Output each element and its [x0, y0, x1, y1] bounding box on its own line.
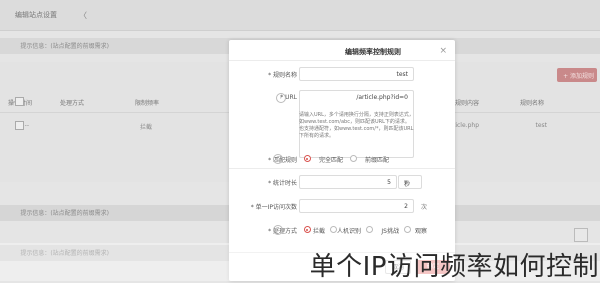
th-name: 规则名称 [520, 100, 545, 107]
chevron-down-icon: ▾ [404, 178, 408, 186]
td-time: -- [25, 122, 30, 129]
match-prefix-radio[interactable] [350, 155, 357, 162]
bg-side-button[interactable] [574, 228, 588, 242]
row-checkbox[interactable] [15, 121, 24, 130]
rule-name-label: * 规则名称 [268, 72, 297, 79]
close-icon[interactable]: × [439, 46, 447, 56]
match-prefix-label: 前缀匹配 [364, 157, 389, 164]
stat-unit-select[interactable]: 秒 ▾ [398, 175, 422, 189]
url-help-text: 请输入URL，多个请用换行分隔，支持正则表达式，如www.test.com/ab… [299, 112, 414, 139]
select-all-checkbox[interactable] [15, 97, 24, 106]
add-rule-button[interactable]: + 添加规则 [557, 68, 597, 82]
stat-duration-label: * 统计时长 [268, 180, 297, 187]
url-value: /article.php?id=0 [356, 94, 408, 101]
rule-name-input[interactable]: test [299, 67, 414, 81]
help-icon[interactable]: ? [273, 225, 283, 235]
caption-banner: 单个IP访问频率如何控制 [0, 243, 600, 282]
action-captcha-radio[interactable] [330, 226, 337, 233]
add-rule-label: + 添加规则 [563, 73, 594, 80]
th-action: 处理方式 [60, 100, 85, 107]
td-action: 拦截 [140, 124, 153, 131]
ip-limit-unit: 次 [420, 204, 427, 211]
page-title: 编辑站点设置 [15, 11, 57, 19]
th-content: 规则内容 [455, 100, 480, 107]
th-freq: 限制频率 [135, 100, 160, 107]
notice-text: 提示信息：(站点配置的前缀需求) [20, 43, 109, 50]
notice-text: 提示信息：(站点配置的前缀需求) [20, 210, 109, 217]
match-exact-label: 完全匹配 [318, 157, 343, 164]
action-block-label: 拦截 [312, 228, 325, 235]
action-js-label: JS挑战 [381, 228, 399, 235]
stat-duration-input[interactable]: 5 [299, 175, 397, 189]
action-observe-radio[interactable] [404, 226, 411, 233]
back-arrow-icon[interactable]: 〈 [79, 10, 87, 21]
help-icon[interactable]: ? [273, 154, 283, 164]
td-name: test [535, 122, 547, 129]
action-observe-label: 观察 [414, 228, 427, 235]
ip-limit-input[interactable]: 2 [299, 199, 414, 213]
action-captcha-label: 人机识别 [336, 228, 361, 235]
caption-text: 单个IP访问频率如何控制 [309, 252, 599, 282]
dialog-title: 编辑频率控制规则 [345, 48, 401, 56]
match-exact-radio[interactable] [304, 155, 311, 162]
action-block-radio[interactable] [304, 226, 311, 233]
action-js-radio[interactable] [366, 226, 373, 233]
section-divider [229, 168, 455, 169]
help-icon[interactable]: ? [276, 93, 286, 103]
page-header: 〈 编辑站点设置 [0, 0, 600, 31]
header-divider [229, 60, 455, 61]
ip-limit-label: * 单一IP访问次数 [250, 204, 297, 211]
